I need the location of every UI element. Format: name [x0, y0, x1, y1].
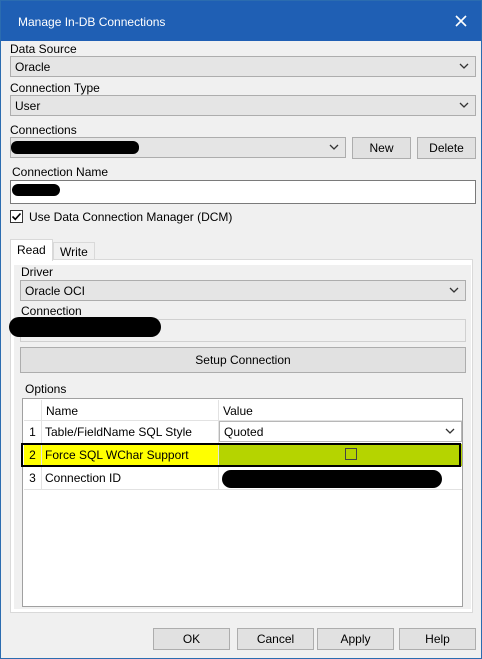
- connection-type-label: Connection Type: [10, 81, 100, 95]
- connections-label: Connections: [10, 123, 77, 137]
- connections-select[interactable]: [10, 137, 346, 158]
- ok-button[interactable]: OK: [153, 628, 230, 650]
- check-icon: [11, 212, 22, 221]
- driver-select[interactable]: Oracle OCI: [20, 280, 466, 301]
- dcm-label: Use Data Connection Manager (DCM): [29, 210, 233, 224]
- table-row: 2 Force SQL WChar Support: [21, 443, 462, 467]
- new-button[interactable]: New: [352, 137, 411, 159]
- chevron-down-icon: [449, 287, 459, 293]
- tab-write[interactable]: Write: [53, 242, 95, 260]
- close-button[interactable]: [447, 9, 475, 33]
- close-icon: [455, 15, 467, 27]
- options-label: Options: [25, 382, 67, 396]
- table-row: 3 Connection ID: [24, 467, 462, 490]
- options-grid: Name Value 1 Table/FieldName SQL Style Q…: [21, 398, 463, 607]
- data-source-select[interactable]: Oracle: [10, 56, 476, 77]
- sql-style-value: Quoted: [224, 425, 264, 439]
- chevron-down-icon: [445, 428, 455, 434]
- connection-name-label: Connection Name: [12, 165, 109, 179]
- connection-type-select[interactable]: User: [10, 95, 476, 116]
- row-highlight-border: [21, 443, 461, 467]
- chevron-down-icon: [459, 63, 469, 69]
- option-name: Connection ID: [42, 467, 219, 489]
- driver-value: Oracle OCI: [25, 284, 86, 298]
- window-title: Manage In-DB Connections: [18, 15, 166, 29]
- sql-style-select[interactable]: Quoted: [219, 421, 462, 443]
- apply-button[interactable]: Apply: [317, 628, 394, 650]
- option-name: Table/FieldName SQL Style: [42, 421, 219, 443]
- setup-connection-button[interactable]: Setup Connection: [20, 347, 466, 373]
- table-row: 1 Table/FieldName SQL Style Quoted: [24, 421, 462, 444]
- read-connection-label: Connection: [21, 304, 82, 318]
- grid-header-corner: [24, 400, 42, 422]
- connection-id-cell[interactable]: [219, 467, 462, 489]
- redacted-connection-id: [222, 470, 442, 488]
- chevron-down-icon: [329, 144, 339, 150]
- data-source-label: Data Source: [10, 42, 77, 56]
- redacted-connection-name: [12, 184, 60, 196]
- data-source-value: Oracle: [15, 60, 51, 74]
- delete-button[interactable]: Delete: [417, 137, 476, 159]
- row-number: 3: [24, 467, 42, 489]
- dcm-checkbox[interactable]: [10, 210, 23, 223]
- cancel-button[interactable]: Cancel: [237, 628, 314, 650]
- manage-in-db-connections-dialog: Manage In-DB Connections Data Source Ora…: [0, 0, 482, 659]
- redacted-connection: [11, 141, 139, 154]
- redacted-read-connection: [9, 317, 161, 337]
- driver-label: Driver: [21, 265, 53, 279]
- title-bar: Manage In-DB Connections: [1, 1, 481, 41]
- chevron-down-icon: [459, 102, 469, 108]
- connection-type-value: User: [15, 99, 41, 113]
- grid-header-row: Name Value: [24, 400, 462, 422]
- tab-read[interactable]: Read: [10, 239, 53, 261]
- connection-name-input[interactable]: [10, 180, 476, 204]
- help-button[interactable]: Help: [399, 628, 476, 650]
- grid-header-value: Value: [223, 404, 253, 418]
- sql-style-combo[interactable]: Quoted: [219, 421, 462, 442]
- row-number: 1: [24, 421, 42, 443]
- grid-header-name: Name: [42, 400, 219, 422]
